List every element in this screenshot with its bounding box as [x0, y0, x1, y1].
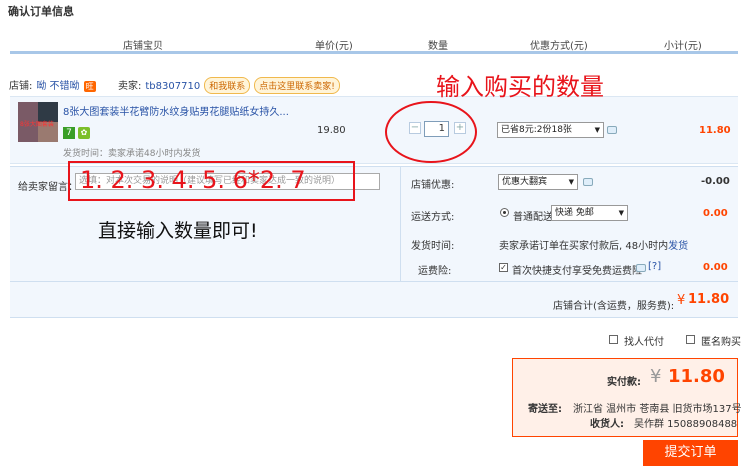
shipping-option-label: 普通配送 — [513, 212, 553, 223]
shipping-amount: 0.00 — [703, 208, 728, 219]
shop-discount-value-text: 优惠大翻宾 — [502, 177, 548, 187]
delivery-label: 发货时间: — [411, 241, 455, 252]
shipping-radio[interactable] — [500, 208, 509, 217]
chevron-down-icon: ▼ — [568, 178, 574, 186]
delivery-link[interactable]: 发货 — [668, 241, 688, 252]
chevron-down-icon: ▼ — [618, 209, 624, 217]
column-header-discount: 优惠方式(元) — [530, 41, 588, 52]
shipping-label: 运送方式: — [411, 212, 455, 223]
leaf-icon[interactable]: ✿ — [78, 127, 90, 139]
shop-row: 店铺: 呦 不错呦旺 — [9, 77, 100, 92]
receiver-info: 吴作群 15088908488 — [634, 419, 738, 430]
shop-total-amount: 11.80 — [688, 292, 730, 307]
shop-label: 店铺: — [9, 81, 33, 92]
item-discount-select[interactable]: 已省8元:2份18张 ▼ — [497, 122, 604, 138]
item-shipping-time: 发货时间：卖家承诺48小时内发货 — [63, 149, 201, 159]
ship-to-address: 浙江省 温州市 苍南县 旧货市场137号 — [573, 404, 742, 415]
payment-currency: ¥ — [650, 366, 662, 387]
insurance-amount: 0.00 — [703, 262, 728, 273]
shipping-select[interactable]: 快递 免邮 ▼ — [551, 205, 628, 221]
chevron-down-icon: ▼ — [594, 126, 600, 134]
chat-icon[interactable] — [636, 264, 646, 272]
item-subtotal: 11.80 — [699, 125, 731, 136]
payment-label: 实付款: — [607, 377, 641, 388]
delivery-promise: 卖家承诺订单在买家付款后, 48小时内 — [499, 241, 669, 252]
quantity-circle-annotation — [385, 101, 477, 163]
submit-order-button[interactable]: 提交订单 — [643, 440, 738, 466]
column-header-quantity: 数量 — [428, 41, 448, 52]
receiver-label: 收货人: — [590, 419, 624, 430]
page-title: 确认订单信息 — [8, 5, 74, 18]
proxy-pay-checkbox[interactable] — [609, 335, 618, 344]
chat-icon[interactable] — [607, 126, 617, 134]
contact-seller-button[interactable]: 和我联系 — [204, 77, 251, 94]
shipping-select-value: 快递 免邮 — [555, 208, 594, 218]
payment-amount: 11.80 — [668, 366, 725, 387]
contact-seller-hint[interactable]: 点击这里联系卖家! — [254, 77, 340, 94]
header-divider — [10, 51, 738, 54]
panel-divider-horizontal — [10, 281, 738, 282]
insurance-label: 运费险: — [418, 266, 452, 277]
anonymous-label: 匿名购买 — [701, 337, 741, 348]
anonymous-checkbox[interactable] — [686, 335, 695, 344]
item-price: 19.80 — [317, 125, 346, 136]
shop-discount-amount: -0.00 — [701, 176, 730, 187]
insurance-text: 首次快捷支付享受免费运费险 — [512, 266, 642, 277]
sequence-annotation: 1. 2. 3. 4. 5. 6*2. 7 — [80, 166, 306, 194]
ship-to-label: 寄送至: — [528, 404, 562, 415]
direct-input-annotation: 直接输入数量即可! — [98, 220, 258, 242]
thumbnail-caption: 8张大图套装 — [20, 121, 54, 128]
item-thumbnail[interactable]: 8张大图套装 — [18, 102, 58, 142]
proxy-pay-label: 找人代付 — [624, 337, 664, 348]
seller-info: 卖家: tb8307710 和我联系 点击这里联系卖家! — [118, 77, 344, 94]
seller-name-link[interactable]: tb8307710 — [145, 81, 200, 92]
seven-day-return-icon[interactable]: 7 — [63, 127, 75, 139]
column-header-subtotal: 小计(元) — [664, 41, 702, 52]
seller-label: 卖家: — [118, 81, 142, 92]
item-title-link[interactable]: 8张大图套装半花臂防水纹身贴男花腿贴纸女持久... — [63, 103, 289, 118]
shop-discount-label: 店铺优惠: — [411, 180, 455, 191]
shop-name-link[interactable]: 呦 不错呦 — [36, 81, 79, 92]
chat-icon[interactable] — [583, 178, 593, 186]
wangwang-icon[interactable]: 旺 — [83, 81, 96, 92]
quantity-annotation: 输入购买的数量 — [436, 73, 604, 101]
shop-discount-select[interactable]: 优惠大翻宾 ▼ — [498, 174, 578, 190]
column-header-item: 店铺宝贝 — [123, 41, 163, 52]
shop-total-currency: ¥ — [677, 293, 686, 308]
panel-divider — [400, 166, 401, 281]
insurance-checkbox[interactable]: ✓ — [499, 263, 508, 272]
delivery-text: 卖家承诺订单在买家付款后, 48小时内发货 — [499, 237, 688, 252]
column-header-price: 单价(元) — [315, 41, 353, 52]
shop-total-label: 店铺合计(含运费，服务费): — [553, 301, 675, 312]
insurance-help-link[interactable]: [?] — [648, 261, 661, 272]
item-discount-value: 已省8元:2份18张 — [501, 125, 572, 135]
